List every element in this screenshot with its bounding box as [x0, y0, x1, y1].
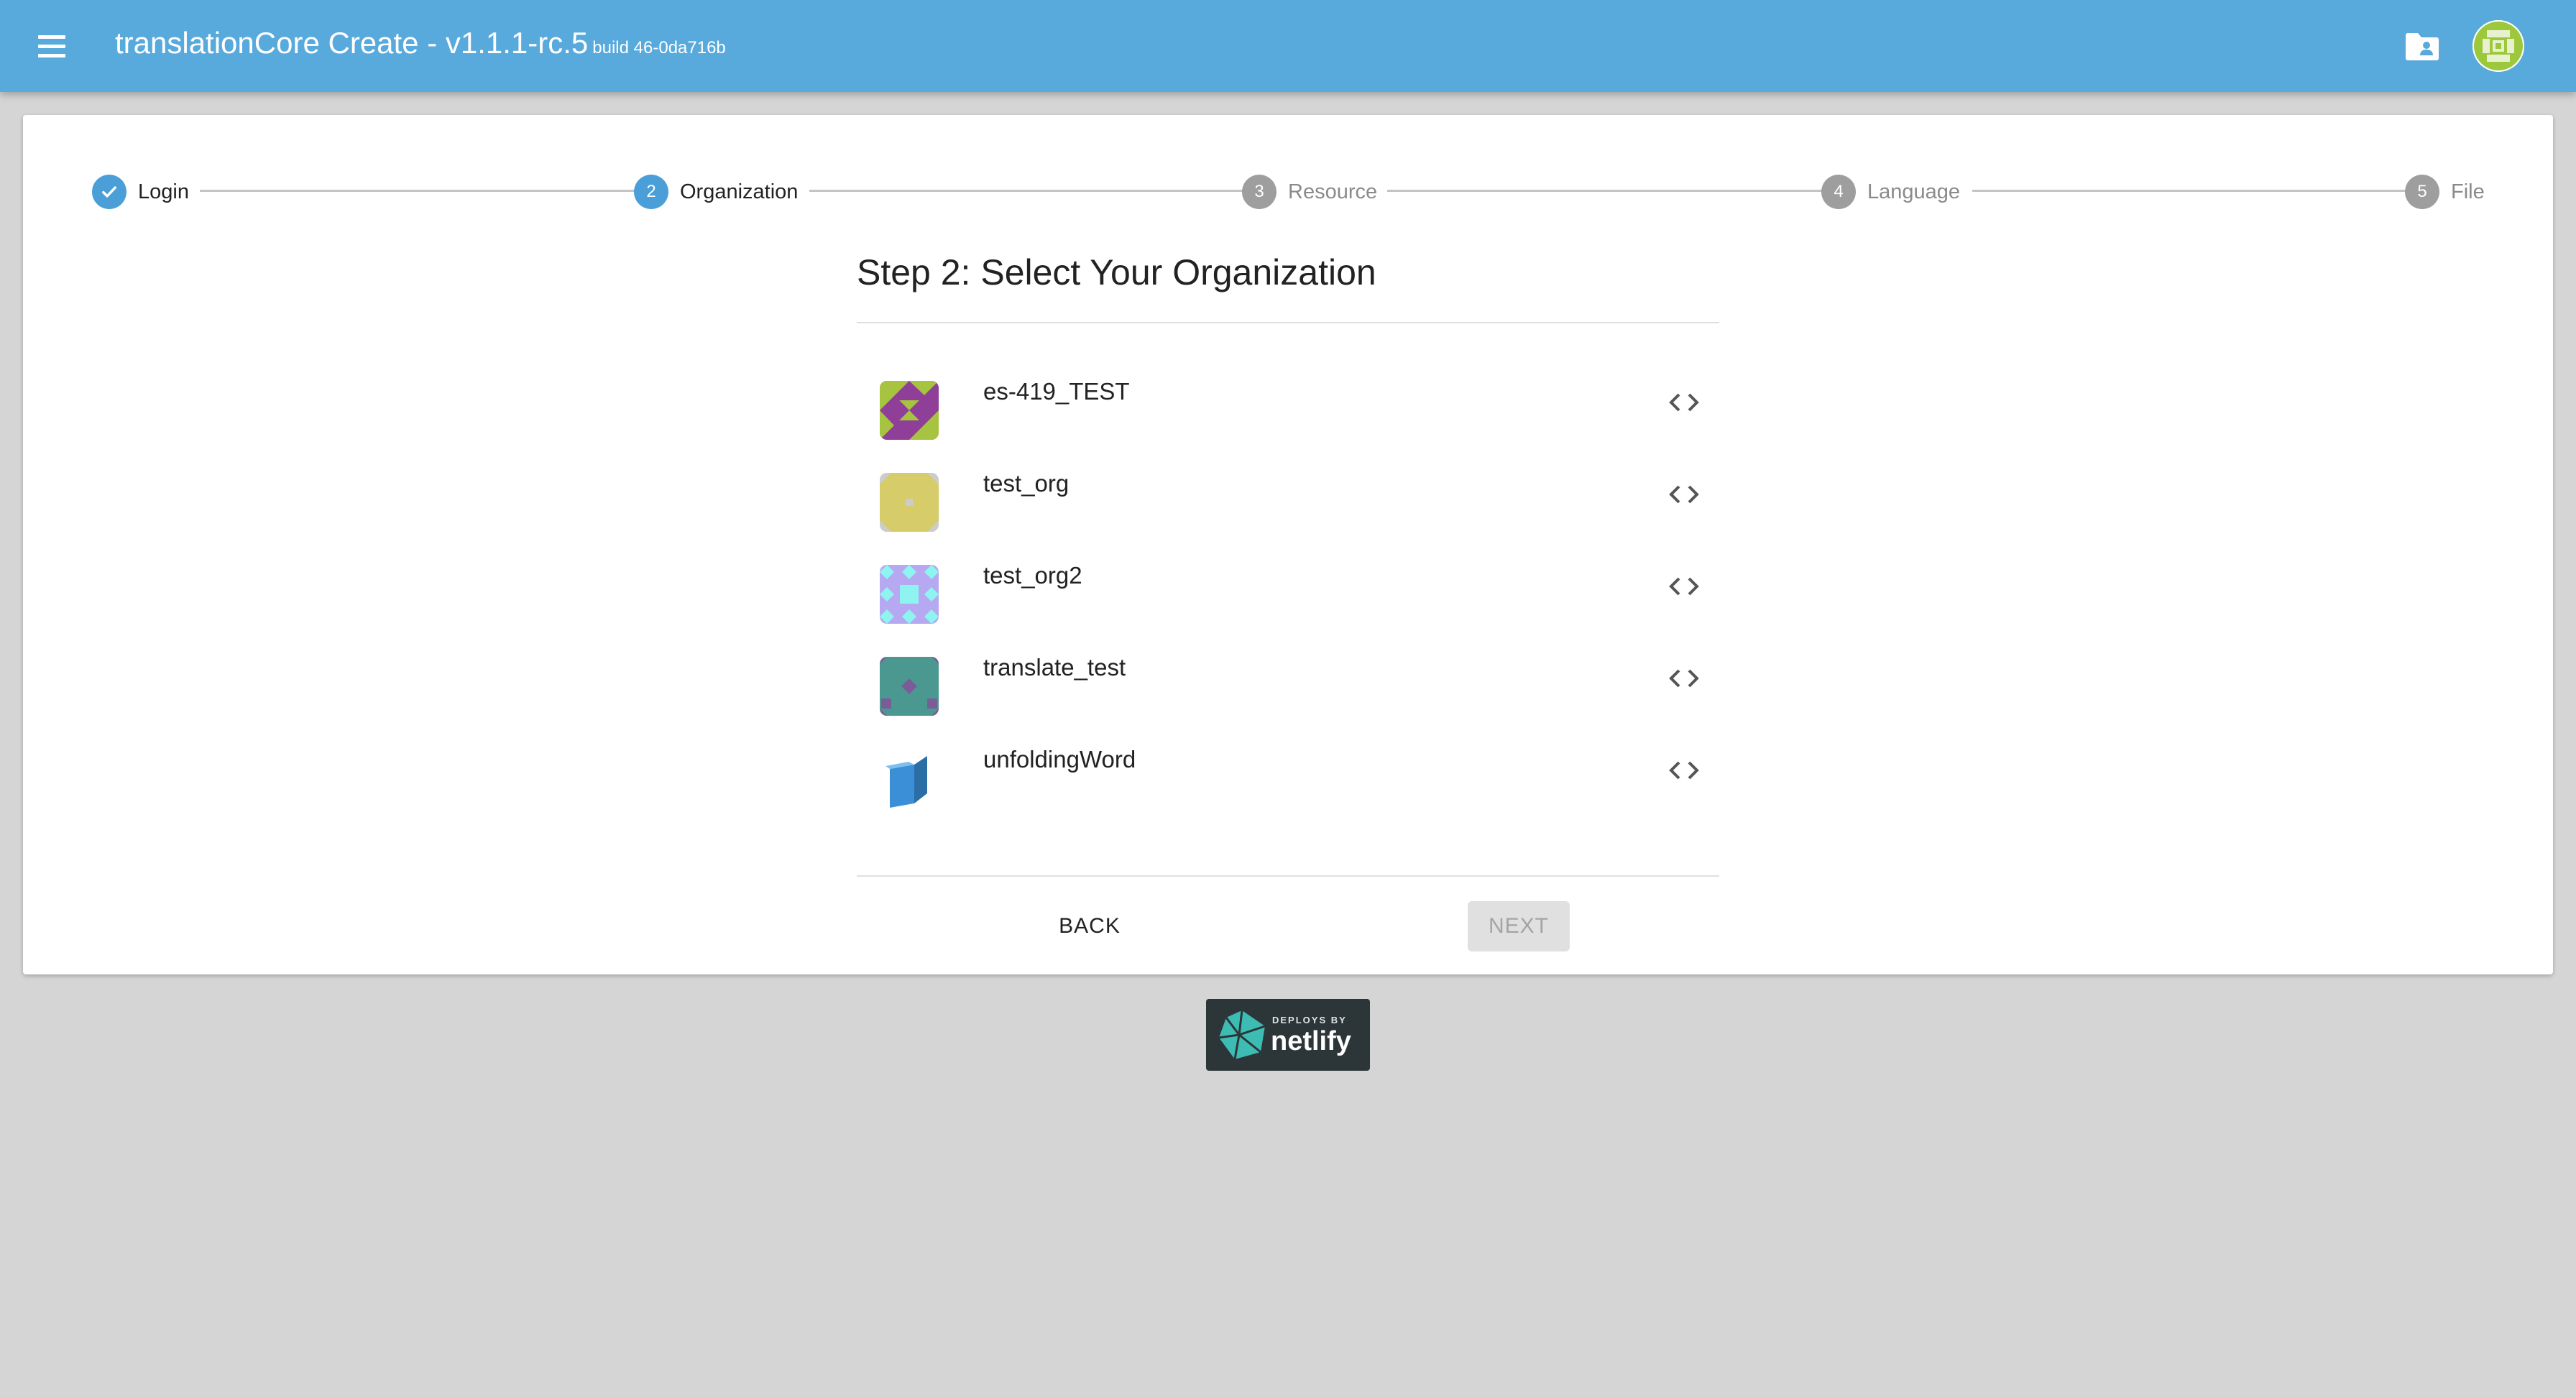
- main-card: Login 2 Organization 3 Resource 4 Langua…: [23, 115, 2553, 974]
- netlify-badge[interactable]: DEPLOYS BY netlify: [1206, 999, 1370, 1071]
- org-identicon: [880, 657, 939, 716]
- user-avatar[interactable]: [2472, 20, 2524, 72]
- org-identicon: [880, 381, 939, 440]
- org-name: test_org2: [983, 562, 1082, 589]
- page-title: Step 2: Select Your Organization: [857, 252, 1376, 292]
- step-label-file: File: [2451, 180, 2485, 203]
- code-icon[interactable]: [1668, 388, 1701, 417]
- list-item[interactable]: test_org2: [857, 548, 1719, 640]
- step-number-5: 5: [2405, 175, 2439, 209]
- next-button[interactable]: NEXT: [1468, 901, 1570, 951]
- code-icon[interactable]: [1668, 572, 1701, 601]
- step-label-resource: Resource: [1288, 180, 1378, 203]
- step-connector: [1972, 190, 2416, 192]
- step-label-login: Login: [138, 180, 189, 203]
- back-button[interactable]: BACK: [1032, 901, 1147, 951]
- step-connector: [200, 190, 645, 192]
- org-name: test_org: [983, 470, 1070, 497]
- folder-user-icon[interactable]: [2405, 30, 2439, 62]
- step-number-2: 2: [634, 175, 668, 209]
- list-item[interactable]: unfoldingWord: [857, 732, 1719, 824]
- step-connector: [1387, 190, 1833, 192]
- step-language[interactable]: 4 Language: [1821, 174, 1960, 210]
- org-name: unfoldingWord: [983, 746, 1136, 773]
- divider: [857, 875, 1719, 877]
- org-identicon: [880, 473, 939, 532]
- unfoldingword-logo-icon: [880, 749, 939, 808]
- netlify-badge-caption: DEPLOYS BY: [1272, 1015, 1347, 1025]
- check-icon: [92, 175, 126, 209]
- step-resource[interactable]: 3 Resource: [1242, 174, 1377, 210]
- app-build-label: build 46-0da716b: [592, 38, 726, 57]
- step-number-3: 3: [1242, 175, 1276, 209]
- divider: [857, 322, 1719, 323]
- netlify-badge-name: netlify: [1271, 1026, 1351, 1056]
- hamburger-menu-icon[interactable]: [30, 29, 73, 63]
- step-login[interactable]: Login: [92, 174, 189, 210]
- org-identicon: [880, 565, 939, 624]
- netlify-logo-icon: [1218, 1009, 1266, 1061]
- code-icon[interactable]: [1668, 480, 1701, 509]
- code-icon[interactable]: [1668, 664, 1701, 693]
- org-name: es-419_TEST: [983, 378, 1130, 405]
- app-title: translationCore Create - v1.1.1-rc.5 buil…: [115, 26, 726, 60]
- list-item[interactable]: translate_test: [857, 640, 1719, 732]
- app-title-text: translationCore Create - v1.1.1-rc.5: [115, 26, 589, 60]
- step-organization[interactable]: 2 Organization: [634, 174, 798, 210]
- code-icon[interactable]: [1668, 756, 1701, 785]
- app-bar: translationCore Create - v1.1.1-rc.5 buil…: [0, 0, 2576, 92]
- list-item[interactable]: test_org: [857, 456, 1719, 548]
- org-name: translate_test: [983, 654, 1126, 681]
- stepper: Login 2 Organization 3 Resource 4 Langua…: [23, 115, 2553, 266]
- step-label-language: Language: [1867, 180, 1961, 203]
- step-label-organization: Organization: [680, 180, 799, 203]
- step-connector: [809, 190, 1254, 192]
- list-item[interactable]: es-419_TEST: [857, 364, 1719, 456]
- step-file[interactable]: 5 File: [2405, 174, 2485, 210]
- step-number-4: 4: [1821, 175, 1856, 209]
